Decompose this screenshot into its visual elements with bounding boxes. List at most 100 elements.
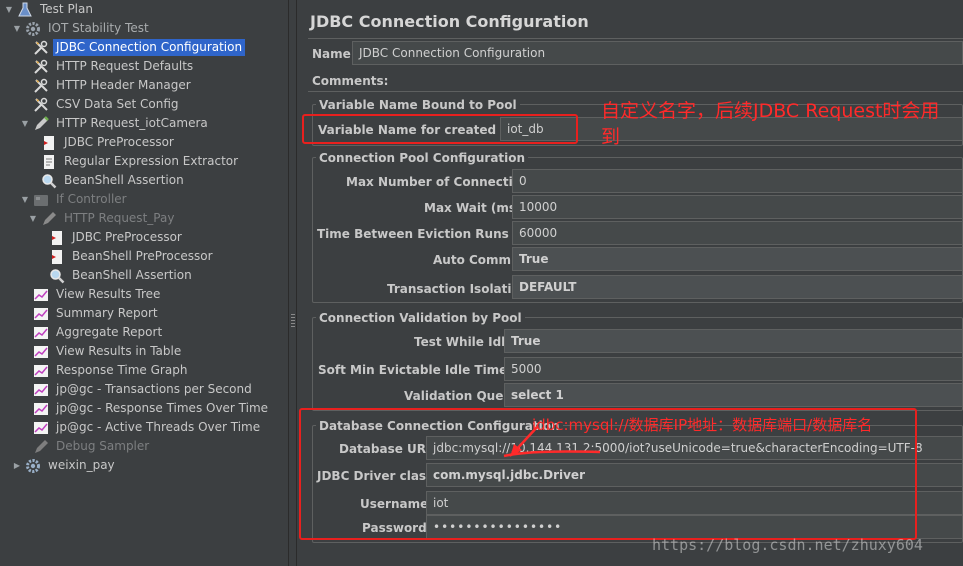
- comments-label: Comments:: [312, 74, 389, 88]
- divider: [308, 91, 963, 92]
- tree-item-response-times-over-time[interactable]: jp@gc - Response Times Over Time: [32, 399, 271, 418]
- soft-min-idle-field[interactable]: 5000: [504, 357, 963, 381]
- tree-item-thread-group[interactable]: ▼ IOT Stability Test: [12, 19, 152, 38]
- tree-item-label: Test Plan: [40, 2, 93, 16]
- tree-item-label: HTTP Request Defaults: [56, 59, 194, 73]
- tree-item-label: BeanShell PreProcessor: [72, 249, 213, 263]
- tree-item-jdbc-preprocessor[interactable]: JDBC PreProcessor: [40, 133, 177, 152]
- graph-icon: [32, 343, 50, 361]
- tree-item-view-results-table[interactable]: View Results in Table: [32, 342, 184, 361]
- tree-item-csv-config[interactable]: CSV Data Set Config: [32, 95, 182, 114]
- document-icon: [40, 153, 58, 171]
- divider: [308, 38, 963, 39]
- transaction-isolation-select[interactable]: DEFAULT: [512, 275, 963, 299]
- tree-item-label: CSV Data Set Config: [56, 97, 179, 111]
- test-while-idle-label: Test While Idle:: [414, 335, 519, 349]
- tree-item-active-threads-over-time[interactable]: jp@gc - Active Threads Over Time: [32, 418, 263, 437]
- controller-icon: [32, 191, 50, 209]
- graph-icon: [32, 400, 50, 418]
- group-legend: Variable Name Bound to Pool: [316, 98, 520, 112]
- graph-icon: [32, 324, 50, 342]
- group-legend: Connection Validation by Pool: [316, 311, 525, 325]
- max-wait-field[interactable]: 10000: [512, 195, 963, 219]
- preprocessor-icon: [48, 229, 66, 247]
- tree-item-view-results-tree[interactable]: View Results Tree: [32, 285, 163, 304]
- wrench-icon: [32, 96, 50, 114]
- tree-item-debug-sampler[interactable]: Debug Sampler: [32, 437, 152, 456]
- tree-item-weixin-pay[interactable]: ▶ weixin_pay: [12, 456, 118, 475]
- tree-item-http-defaults[interactable]: HTTP Request Defaults: [32, 57, 196, 76]
- tree-item-summary-report[interactable]: Summary Report: [32, 304, 161, 323]
- tree-item-transactions-per-second[interactable]: jp@gc - Transactions per Second: [32, 380, 255, 399]
- preprocessor-icon: [48, 248, 66, 266]
- tree-item-label: View Results in Table: [56, 344, 182, 358]
- tree-item-label: JDBC PreProcessor: [72, 230, 182, 244]
- pen-icon: [40, 210, 58, 228]
- collapse-arrow-icon[interactable]: ▼: [20, 119, 30, 129]
- annotation-note-variable: 自定义名字，后续JDBC Request时会用到: [601, 100, 940, 148]
- tree-item-beanshell-assertion[interactable]: BeanShell Assertion: [40, 171, 187, 190]
- annotation-arrow-icon: [503, 425, 601, 458]
- test-while-idle-select[interactable]: True: [504, 329, 963, 353]
- splitter-grip-icon: [291, 314, 295, 328]
- tree-item-regex-extractor[interactable]: Regular Expression Extractor: [40, 152, 241, 171]
- pane-splitter[interactable]: [288, 0, 297, 566]
- max-connections-field[interactable]: 0: [512, 169, 963, 193]
- collapse-arrow-icon[interactable]: ▼: [4, 5, 14, 15]
- expand-arrow-icon[interactable]: ▶: [12, 461, 22, 471]
- magnifier-icon: [48, 267, 66, 285]
- tree-item-label: BeanShell Assertion: [64, 173, 184, 187]
- gear-icon: [24, 457, 42, 475]
- page-title: JDBC Connection Configuration: [310, 12, 589, 31]
- eviction-runs-field[interactable]: 60000: [512, 221, 963, 245]
- wrench-icon: [32, 39, 50, 57]
- tree-item-label: HTTP Request_iotCamera: [56, 116, 208, 130]
- graph-icon: [32, 362, 50, 380]
- magnifier-icon: [40, 172, 58, 190]
- graph-icon: [32, 419, 50, 437]
- watermark: https://blog.csdn.net/zhuxy604: [652, 536, 923, 554]
- wrench-icon: [32, 77, 50, 95]
- tree-item-label: JDBC PreProcessor: [64, 135, 174, 149]
- tree-item-label: View Results Tree: [56, 287, 161, 301]
- tree-item-label: HTTP Request_Pay: [64, 211, 175, 225]
- preprocessor-icon: [40, 134, 58, 152]
- tree-item-label: Response Time Graph: [56, 363, 188, 377]
- tree-item-label: Aggregate Report: [56, 325, 163, 339]
- tree-item-label: JDBC Connection Configuration: [53, 39, 246, 56]
- name-field[interactable]: JDBC Connection Configuration: [352, 41, 963, 65]
- tree-item-label: jp@gc - Transactions per Second: [56, 382, 252, 396]
- graph-icon: [32, 305, 50, 323]
- tree-item-if-controller[interactable]: ▼ If Controller: [20, 190, 130, 209]
- annotation-box-variable: [302, 114, 578, 144]
- graph-icon: [32, 381, 50, 399]
- tree-item-http-request-iotcamera[interactable]: ▼ HTTP Request_iotCamera: [20, 114, 211, 133]
- pen-icon: [32, 438, 50, 456]
- tree-item-label: Debug Sampler: [56, 439, 150, 453]
- tree-item-response-time-graph[interactable]: Response Time Graph: [32, 361, 190, 380]
- name-label: Name:: [312, 47, 356, 61]
- collapse-arrow-icon[interactable]: ▼: [28, 214, 38, 224]
- graph-icon: [32, 286, 50, 304]
- collapse-arrow-icon[interactable]: ▼: [12, 24, 22, 34]
- tree-item-beanshell-assertion-2[interactable]: BeanShell Assertion: [48, 266, 195, 285]
- validation-query-select[interactable]: select 1: [504, 383, 963, 407]
- tree-item-header-manager[interactable]: HTTP Header Manager: [32, 76, 194, 95]
- auto-commit-select[interactable]: True: [512, 247, 963, 271]
- tree-item-beanshell-preprocessor[interactable]: BeanShell PreProcessor: [48, 247, 216, 266]
- tree-item-jdbc-config[interactable]: JDBC Connection Configuration: [32, 38, 246, 57]
- collapse-arrow-icon[interactable]: ▼: [20, 195, 30, 205]
- wrench-icon: [32, 58, 50, 76]
- pen-icon: [32, 115, 50, 133]
- tree-item-http-request-pay[interactable]: ▼ HTTP Request_Pay: [28, 209, 177, 228]
- tree-item-aggregate-report[interactable]: Aggregate Report: [32, 323, 165, 342]
- tree-item-jdbc-preprocessor-2[interactable]: JDBC PreProcessor: [48, 228, 185, 247]
- flask-icon: [16, 1, 34, 19]
- tree-item-label: Regular Expression Extractor: [64, 154, 239, 168]
- tree-item-label: BeanShell Assertion: [72, 268, 192, 282]
- test-plan-tree[interactable]: ▼ Test Plan ▼ IOT Stability Test JDBC Co…: [0, 0, 288, 566]
- tree-item-label: jp@gc - Active Threads Over Time: [56, 420, 261, 434]
- tree-item-test-plan[interactable]: ▼ Test Plan: [4, 0, 96, 19]
- tree-item-label: HTTP Header Manager: [56, 78, 191, 92]
- tree-item-label: weixin_pay: [48, 458, 115, 472]
